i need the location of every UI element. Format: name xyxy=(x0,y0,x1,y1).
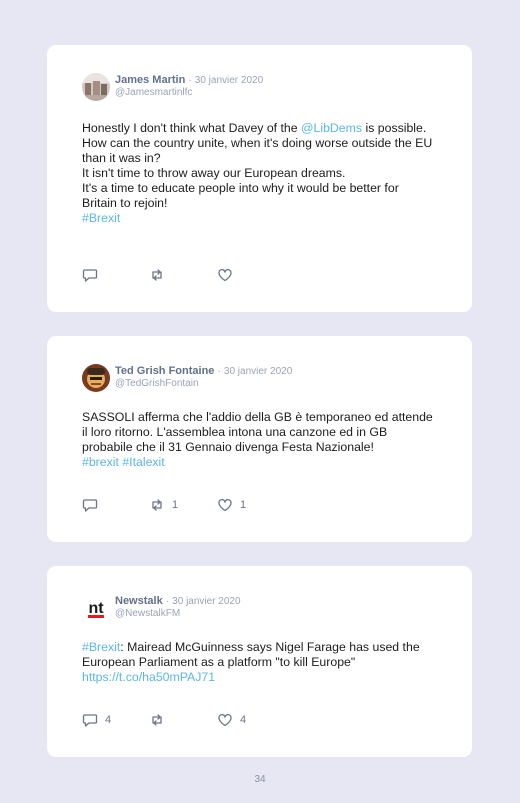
author-name[interactable]: James Martin xyxy=(115,74,185,86)
tweet-line: How can the country unite, when it's doi… xyxy=(82,136,433,165)
retweet-button[interactable] xyxy=(149,267,172,283)
retweet-icon xyxy=(149,497,165,513)
author-handle[interactable]: @Jamesmartinlfc xyxy=(115,87,192,98)
newstalk-logo-text: nt xyxy=(88,600,104,617)
hashtag-link[interactable]: #Brexit xyxy=(82,211,437,226)
like-count: 4 xyxy=(240,714,247,726)
reply-button[interactable] xyxy=(82,497,105,513)
like-button[interactable] xyxy=(217,267,240,283)
retweet-button[interactable]: 1 xyxy=(149,497,178,513)
tweet-date[interactable]: 30 janvier 2020 xyxy=(195,75,263,86)
reply-icon xyxy=(82,497,98,513)
heart-icon xyxy=(217,712,233,728)
tweet-text: #Brexit: Mairead McGuinness says Nigel F… xyxy=(82,640,437,685)
separator-dot: · xyxy=(165,596,170,607)
tweet-line: SASSOLI afferma che l'addio della GB è t… xyxy=(82,410,433,454)
tweet-line: Honestly I don't think what Davey of the… xyxy=(82,121,427,135)
tweet-line: It's a time to educate people into why i… xyxy=(82,181,399,210)
tweet-actions: 1 1 xyxy=(82,497,282,513)
heart-icon xyxy=(217,267,233,283)
page-number: 34 xyxy=(254,774,266,785)
like-button[interactable]: 4 xyxy=(217,712,246,728)
reply-button[interactable] xyxy=(82,267,105,283)
tweet-card: nt Newstalk · 30 janvier 2020 @NewstalkF… xyxy=(47,566,472,757)
tweet-date[interactable]: 30 janvier 2020 xyxy=(224,366,292,377)
author-name[interactable]: Ted Grish Fontaine xyxy=(115,365,214,377)
retweet-button[interactable] xyxy=(149,712,172,728)
reply-icon xyxy=(82,712,98,728)
tweet-line: It isn't time to throw away our European… xyxy=(82,166,346,180)
separator-dot: · xyxy=(188,75,192,86)
like-button[interactable]: 1 xyxy=(217,497,246,513)
retweet-count: 1 xyxy=(172,499,179,511)
avatar[interactable] xyxy=(82,364,110,392)
avatar[interactable]: nt xyxy=(82,594,110,622)
author-name[interactable]: Newstalk xyxy=(115,595,163,607)
mention-link[interactable]: @LibDems xyxy=(301,121,362,135)
retweet-icon xyxy=(149,712,165,728)
reply-button[interactable]: 4 xyxy=(82,712,111,728)
avatar[interactable] xyxy=(82,73,110,101)
tweet-line: #Brexit: Mairead McGuinness says Nigel F… xyxy=(82,640,420,669)
separator-dot: · xyxy=(217,366,221,377)
tweet-actions xyxy=(82,267,282,283)
tweet-text: Honestly I don't think what Davey of the… xyxy=(82,121,437,226)
tweet-actions: 4 4 xyxy=(82,712,282,728)
hashtag-link[interactable]: #Brexit xyxy=(82,640,120,654)
url-link[interactable]: https://t.co/ha50mPAJ71 xyxy=(82,670,437,685)
tweet-text: SASSOLI afferma che l'addio della GB è t… xyxy=(82,410,437,470)
tweet-card: James Martin · 30 janvier 2020 @Jamesmar… xyxy=(47,45,472,312)
retweet-icon xyxy=(149,267,165,283)
author-handle[interactable]: @NewstalkFM xyxy=(115,608,180,619)
tweet-card: Ted Grish Fontaine · 30 janvier 2020 @Te… xyxy=(47,336,472,542)
hashtag-link[interactable]: #brexit #Italexit xyxy=(82,455,437,470)
tweet-date[interactable]: 30 janvier 2020 xyxy=(172,596,240,607)
reply-icon xyxy=(82,267,98,283)
heart-icon xyxy=(217,497,233,513)
author-handle[interactable]: @TedGrishFontain xyxy=(115,378,199,389)
like-count: 1 xyxy=(240,499,247,511)
reply-count: 4 xyxy=(105,714,112,726)
